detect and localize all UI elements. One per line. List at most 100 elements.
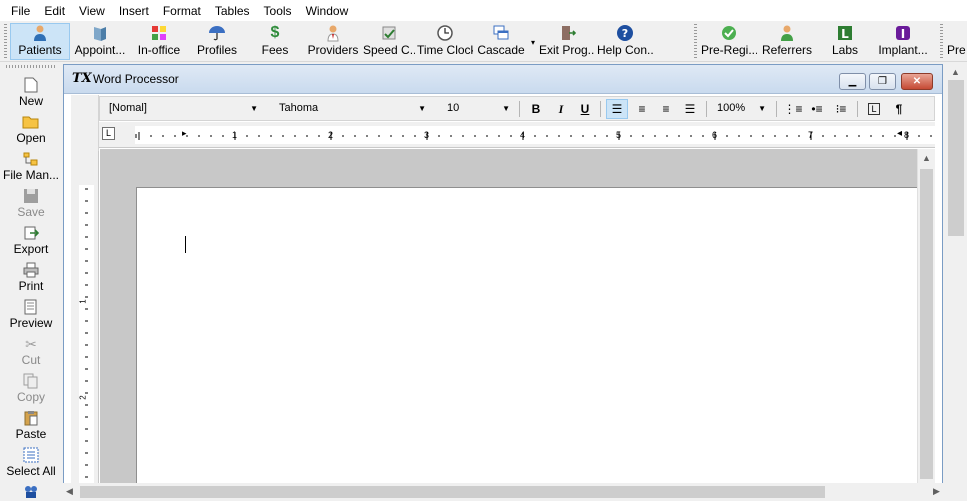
providers-button[interactable]: Providers: [304, 23, 362, 60]
toolbar-group-secondary: Pre-Regi... Referrers L Labs I Implant..…: [700, 23, 935, 61]
main-vscroll-thumb[interactable]: [948, 80, 964, 236]
print-button[interactable]: Print: [0, 261, 62, 298]
referrers-button[interactable]: Referrers: [758, 23, 816, 60]
structured-list-button[interactable]: ⁝≡: [830, 99, 852, 119]
file-manager-button[interactable]: File Man...: [0, 150, 62, 187]
tx-app-icon: TX: [72, 71, 92, 86]
separator: [776, 101, 777, 117]
main-vertical-scrollbar[interactable]: ▲: [945, 64, 967, 484]
toolbar-grip-2[interactable]: [694, 24, 697, 58]
pre-button-partial[interactable]: Pre: [946, 23, 967, 60]
pre-registration-button[interactable]: Pre-Regi...: [700, 23, 758, 60]
open-button[interactable]: Open: [0, 113, 62, 150]
paste-button[interactable]: Paste: [0, 409, 62, 446]
align-left-button[interactable]: ☰: [606, 99, 628, 119]
font-select[interactable]: Tahoma ▼: [274, 99, 430, 118]
text-caret: [185, 236, 186, 253]
align-center-icon: ≡: [638, 102, 646, 116]
document-scroll-thumb[interactable]: [920, 169, 933, 479]
underline-button[interactable]: U: [574, 99, 596, 119]
sidebar-grip[interactable]: [6, 65, 56, 68]
preview-button[interactable]: Preview: [0, 298, 62, 335]
cascade-button[interactable]: Cascade: [474, 23, 528, 60]
more-tools-icon[interactable]: [23, 483, 39, 501]
implants-button[interactable]: I Implant...: [874, 23, 932, 60]
menu-bar: File Edit View Insert Format Tables Tool…: [0, 0, 967, 21]
clipboard-icon: [22, 409, 40, 427]
menu-edit[interactable]: Edit: [37, 1, 72, 21]
referrer-person-icon: [777, 24, 797, 42]
zoom-select[interactable]: 100% ▼: [712, 99, 770, 118]
vertical-ruler-track: 1 2: [79, 185, 94, 501]
patients-button[interactable]: Patients: [10, 23, 70, 60]
vertical-ruler[interactable]: 1 2: [71, 151, 99, 501]
right-indent-marker[interactable]: ◂: [897, 128, 902, 139]
in-office-button[interactable]: In-office: [130, 23, 188, 60]
main-horizontal-scrollbar[interactable]: ◀ ▶: [62, 483, 945, 501]
menu-file[interactable]: File: [4, 1, 37, 21]
svg-text:I: I: [901, 27, 905, 41]
labs-button[interactable]: L Labs: [816, 23, 874, 60]
toolbar-grip[interactable]: [4, 24, 7, 58]
menu-tables[interactable]: Tables: [208, 1, 257, 21]
bold-button[interactable]: B: [525, 99, 547, 119]
menu-view[interactable]: View: [72, 1, 112, 21]
time-clock-button[interactable]: Time Clock: [416, 23, 474, 60]
select-all-button[interactable]: Select All: [0, 446, 62, 483]
cut-button[interactable]: ✂ Cut: [0, 335, 62, 372]
speed-codes-icon: [379, 24, 399, 42]
menu-format[interactable]: Format: [156, 1, 208, 21]
tab-stop-icon: L: [868, 103, 880, 115]
tab-stop-button[interactable]: L: [863, 99, 885, 119]
justify-button[interactable]: ☰: [679, 99, 701, 119]
copy-button[interactable]: Copy: [0, 372, 62, 409]
save-button[interactable]: Save: [0, 187, 62, 224]
close-button[interactable]: ✕: [901, 73, 933, 90]
indent-marker[interactable]: ▸: [182, 128, 187, 139]
show-marks-button[interactable]: ¶: [888, 99, 910, 119]
align-center-button[interactable]: ≡: [631, 99, 653, 119]
profiles-button[interactable]: Profiles: [188, 23, 246, 60]
main-hscroll-thumb[interactable]: [80, 486, 825, 498]
exit-door-icon: [557, 24, 577, 42]
horizontal-ruler[interactable]: L 1 2 3 4 5 6 7 8 ▸ ◂: [99, 122, 935, 148]
speed-codes-button[interactable]: Speed C...: [362, 23, 416, 60]
menu-window[interactable]: Window: [299, 1, 356, 21]
align-right-icon: ≡: [662, 102, 670, 116]
style-select[interactable]: [Nomal] ▼: [104, 99, 262, 118]
scroll-left-icon[interactable]: ◀: [66, 486, 73, 497]
font-size-select[interactable]: 10 ▼: [442, 99, 514, 118]
scroll-up-icon[interactable]: ▲: [922, 153, 931, 163]
scroll-right-icon[interactable]: ▶: [933, 486, 940, 497]
document-canvas: [100, 149, 917, 501]
patient-icon: [30, 24, 50, 42]
maximize-button[interactable]: ❐: [869, 73, 896, 90]
bullet-list-button[interactable]: •≡: [806, 99, 828, 119]
italic-button[interactable]: I: [550, 99, 572, 119]
ruler-ticks: [135, 132, 932, 140]
tab-type-selector[interactable]: L: [102, 127, 115, 140]
minimize-button[interactable]: ▁: [839, 73, 866, 90]
fees-button[interactable]: $ Fees: [246, 23, 304, 60]
help-icon: ?: [615, 24, 635, 42]
exit-program-button[interactable]: Exit Prog...: [538, 23, 596, 60]
help-contents-button[interactable]: ? Help Con...: [596, 23, 654, 60]
print-preview-icon: [22, 298, 40, 316]
export-button[interactable]: Export: [0, 224, 62, 261]
bullet-list-icon: •≡: [811, 102, 823, 116]
menu-tools[interactable]: Tools: [257, 1, 299, 21]
scroll-up-icon[interactable]: ▲: [951, 67, 960, 77]
numbered-list-button[interactable]: ⋮≡: [782, 99, 804, 119]
toolbar-grip-3[interactable]: [940, 24, 943, 58]
window-titlebar[interactable]: TX Word Processor ▁ ❐ ✕: [64, 65, 942, 94]
export-icon: [22, 224, 40, 242]
align-right-button[interactable]: ≡: [655, 99, 677, 119]
document-page[interactable]: [136, 187, 917, 501]
document-vertical-scrollbar[interactable]: ▲: [917, 149, 935, 501]
chevron-down-icon: ▼: [758, 104, 766, 113]
menu-insert[interactable]: Insert: [112, 1, 156, 21]
new-button[interactable]: New: [0, 76, 62, 113]
appointments-button[interactable]: Appoint...: [70, 23, 130, 60]
cascade-dropdown-arrow[interactable]: ▾: [528, 23, 538, 61]
ruler-track: 1 2 3 4 5 6 7 8 ▸ ◂: [135, 126, 935, 144]
